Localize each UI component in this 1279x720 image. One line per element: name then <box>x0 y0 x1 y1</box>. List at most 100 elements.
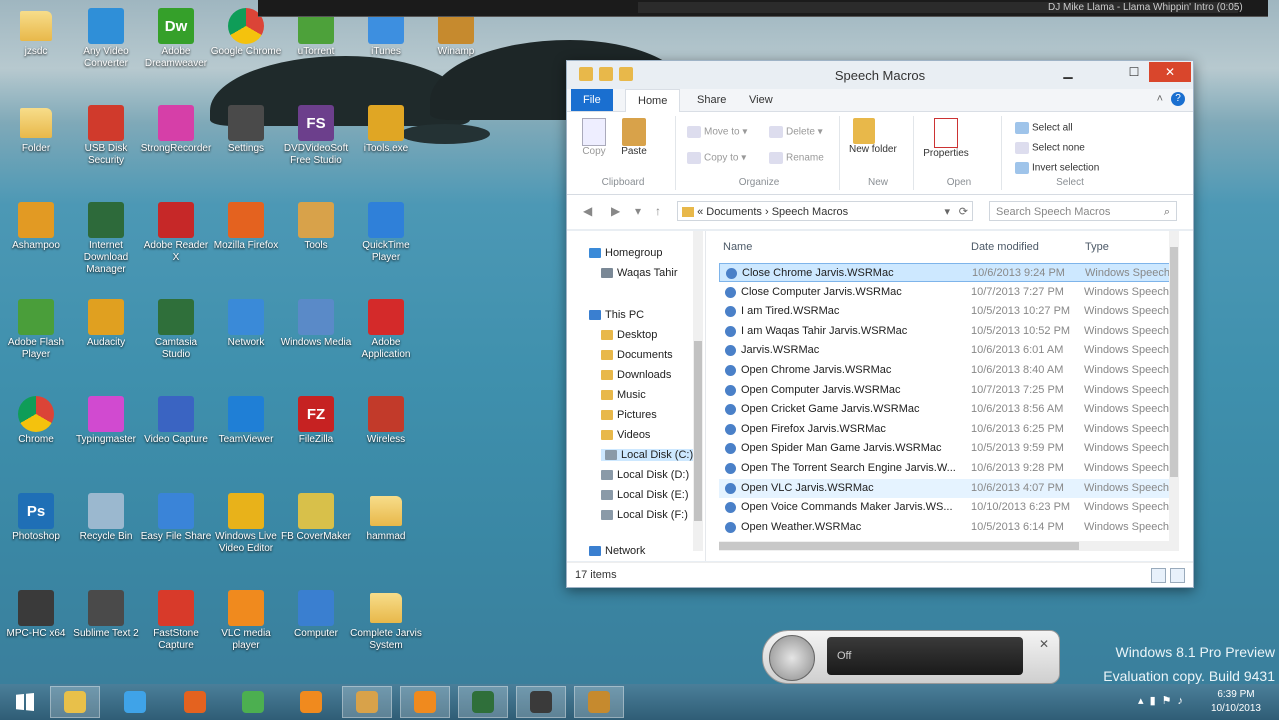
close-button[interactable]: ✕ <box>1149 62 1191 82</box>
file-row[interactable]: Close Computer Jarvis.WSRMac 10/7/2013 7:… <box>719 283 1179 302</box>
network-icon[interactable]: ▮ <box>1150 695 1162 707</box>
tools-button[interactable] <box>342 686 392 718</box>
select-all-button[interactable]: Select all <box>1015 122 1073 134</box>
file-row[interactable]: I am Tired.WSRMac 10/5/2013 10:27 PM Windo… <box>719 302 1179 321</box>
desktop-icon-chrome[interactable]: Chrome <box>0 394 72 446</box>
file-row[interactable]: Open Weather.WSRMac 10/5/2013 6:14 PM Wind… <box>719 518 1179 537</box>
search-input[interactable]: Search Speech Macros ⌕ <box>989 201 1177 221</box>
invert-selection-button[interactable]: Invert selection <box>1015 162 1099 174</box>
breadcrumb-speech-macros[interactable]: Speech Macros <box>772 206 848 218</box>
file-row[interactable]: Open Voice Commands Maker Jarvis.WS... 10… <box>719 498 1179 517</box>
file-row[interactable]: Open VLC Jarvis.WSRMac 10/6/2013 4:07 PM W… <box>719 478 1179 498</box>
speech-recognition-widget[interactable]: Off ✕ <box>762 630 1060 684</box>
file-row[interactable]: Open Cricket Game Jarvis.WSRMac 10/6/2013… <box>719 400 1179 419</box>
file-row[interactable]: Open Firefox Jarvis.WSRMac 10/6/2013 6:25… <box>719 420 1179 439</box>
horizontal-scrollbar[interactable] <box>719 541 1169 551</box>
desktop-icon-tools[interactable]: Tools <box>280 200 352 252</box>
new-folder-button[interactable]: New folder <box>849 118 897 156</box>
chevron-down-icon[interactable]: ▾ <box>944 202 950 222</box>
flag-icon[interactable]: ⚑ <box>1162 695 1178 707</box>
vlc-button[interactable] <box>400 686 450 718</box>
nav-item-desktop[interactable]: Desktop <box>601 329 657 341</box>
desktop-icon-wireless[interactable]: Wireless <box>350 394 422 446</box>
desktop-icon-easy-file-share[interactable]: Easy File Share <box>140 491 212 543</box>
desktop-icon-hammad[interactable]: hammad <box>350 491 422 543</box>
nav-item-waqas-tahir[interactable]: Waqas Tahir <box>601 267 678 279</box>
internet-explorer-button[interactable] <box>110 686 160 718</box>
recent-chevron-icon[interactable]: ▾ <box>635 204 641 218</box>
breadcrumb-documents[interactable]: Documents <box>706 206 762 218</box>
nav-item-local-disk-e[interactable]: Local Disk (E:) <box>601 489 689 501</box>
desktop-icon-windows-live-video-editor[interactable]: Windows Live Video Editor <box>210 491 282 555</box>
desktop-icon-filezilla[interactable]: FZ FileZilla <box>280 394 352 446</box>
desktop-icon-itools-exe[interactable]: iTools.exe <box>350 103 422 155</box>
desktop-icon-vlc-media-player[interactable]: VLC media player <box>210 588 282 652</box>
desktop-icon-dvdvideosoft-free-studio[interactable]: FS DVDVideoSoft Free Studio <box>280 103 352 167</box>
camtasia-button[interactable] <box>458 686 508 718</box>
chevron-up-icon[interactable]: ˄ <box>1157 93 1163 105</box>
delete-button[interactable]: Delete ▾ <box>769 126 823 138</box>
nav-item-videos[interactable]: Videos <box>601 429 650 441</box>
desktop-icon-audacity[interactable]: Audacity <box>70 297 142 349</box>
column-type[interactable]: Type <box>1085 241 1109 253</box>
tab-file[interactable]: File <box>571 89 613 111</box>
nav-item-music[interactable]: Music <box>601 389 646 401</box>
file-explorer-button[interactable] <box>50 686 100 718</box>
desktop-icon-sublime-text-2[interactable]: Sublime Text 2 <box>70 588 142 640</box>
desktop-icon-windows-media[interactable]: Windows Media <box>280 297 352 349</box>
microphone-icon[interactable] <box>769 635 815 681</box>
desktop-icon-folder[interactable]: Folder <box>0 103 72 155</box>
file-row[interactable]: Open Computer Jarvis.WSRMac 10/7/2013 7:2… <box>719 381 1179 400</box>
file-row[interactable]: Open Chrome Jarvis.WSRMac 10/6/2013 8:40 … <box>719 361 1179 380</box>
file-row[interactable]: Open The Torrent Search Engine Jarvis.W.… <box>719 459 1179 478</box>
desktop-icon-strongrecorder[interactable]: StrongRecorder <box>140 103 212 155</box>
desktop-icon-mpc-hc-x64[interactable]: MPC-HC x64 <box>0 588 72 640</box>
start-button[interactable] <box>0 686 50 718</box>
horizontal-scroll-thumb[interactable] <box>719 542 1079 550</box>
large-icons-view-icon[interactable] <box>1170 568 1185 583</box>
desktop-icon-jzsdc[interactable]: jzsdc <box>0 6 72 58</box>
desktop-icon-camtasia-studio[interactable]: Camtasia Studio <box>140 297 212 361</box>
desktop-icon-complete-jarvis-system[interactable]: Complete Jarvis System <box>350 588 422 652</box>
desktop-icon-internet-download-manager[interactable]: Internet Download Manager <box>70 200 142 276</box>
desktop-icon-adobe-reader-x[interactable]: Adobe Reader X <box>140 200 212 264</box>
copy-to-button[interactable]: Copy to ▾ <box>687 152 746 164</box>
column-name[interactable]: Name <box>723 241 752 253</box>
volume-icon[interactable]: ♪ <box>1178 695 1190 707</box>
forward-icon[interactable]: ▶ <box>611 204 620 218</box>
up-arrow-icon[interactable]: ↑ <box>655 204 661 218</box>
file-list[interactable]: Name Date modified Type Close Chrome Jar… <box>709 231 1179 551</box>
clock[interactable]: 6:39 PM 10/10/2013 <box>1211 688 1261 716</box>
media-player-button[interactable] <box>286 686 336 718</box>
desktop-icon-settings[interactable]: Settings <box>210 103 282 155</box>
nav-scrollbar[interactable] <box>693 231 703 551</box>
desktop-icon-usb-disk-security[interactable]: USB Disk Security <box>70 103 142 167</box>
tab-home[interactable]: Home <box>625 89 681 112</box>
file-row[interactable]: Open Spider Man Game Jarvis.WSRMac 10/5/2… <box>719 439 1179 458</box>
winamp-button[interactable] <box>574 686 624 718</box>
nav-item-downloads[interactable]: Downloads <box>601 369 671 381</box>
address-bar[interactable]: « Documents › Speech Macros ▾ ⟳ <box>677 201 973 221</box>
paste-button[interactable]: Paste <box>619 118 649 157</box>
help-icon[interactable]: ? <box>1171 92 1185 106</box>
desktop-icon-quicktime-player[interactable]: QuickTime Player <box>350 200 422 264</box>
copy-button[interactable]: Copy <box>581 118 607 157</box>
title-bar[interactable]: Speech Macros ▁ ☐ ✕ <box>567 61 1193 89</box>
desktop-icon-network[interactable]: Network <box>210 297 282 349</box>
nav-item-local-disk-d[interactable]: Local Disk (D:) <box>601 469 689 481</box>
nav-item-network[interactable]: Network <box>589 545 645 557</box>
nav-item-local-disk-f[interactable]: Local Disk (F:) <box>601 509 688 521</box>
tray-overflow-icon[interactable]: ▴ <box>1138 695 1150 707</box>
desktop-icon-computer[interactable]: Computer <box>280 588 352 640</box>
nav-scroll-thumb[interactable] <box>694 341 702 521</box>
vertical-scrollbar[interactable] <box>1169 231 1179 551</box>
chrome-button[interactable] <box>228 686 278 718</box>
file-explorer-window[interactable]: Speech Macros ▁ ☐ ✕ File Home Share View… <box>566 60 1194 588</box>
nav-item-local-disk-c[interactable]: Local Disk (C:) <box>601 449 698 461</box>
desktop-icon-fb-covermaker[interactable]: FB CoverMaker <box>280 491 352 543</box>
desktop-icon-video-capture[interactable]: Video Capture <box>140 394 212 446</box>
desktop-icon-photoshop[interactable]: Ps Photoshop <box>0 491 72 543</box>
vertical-scroll-thumb[interactable] <box>1170 247 1178 477</box>
system-tray[interactable]: ▴▮⚑♪ <box>1138 694 1189 707</box>
nav-item-this-pc[interactable]: This PC <box>589 309 644 321</box>
